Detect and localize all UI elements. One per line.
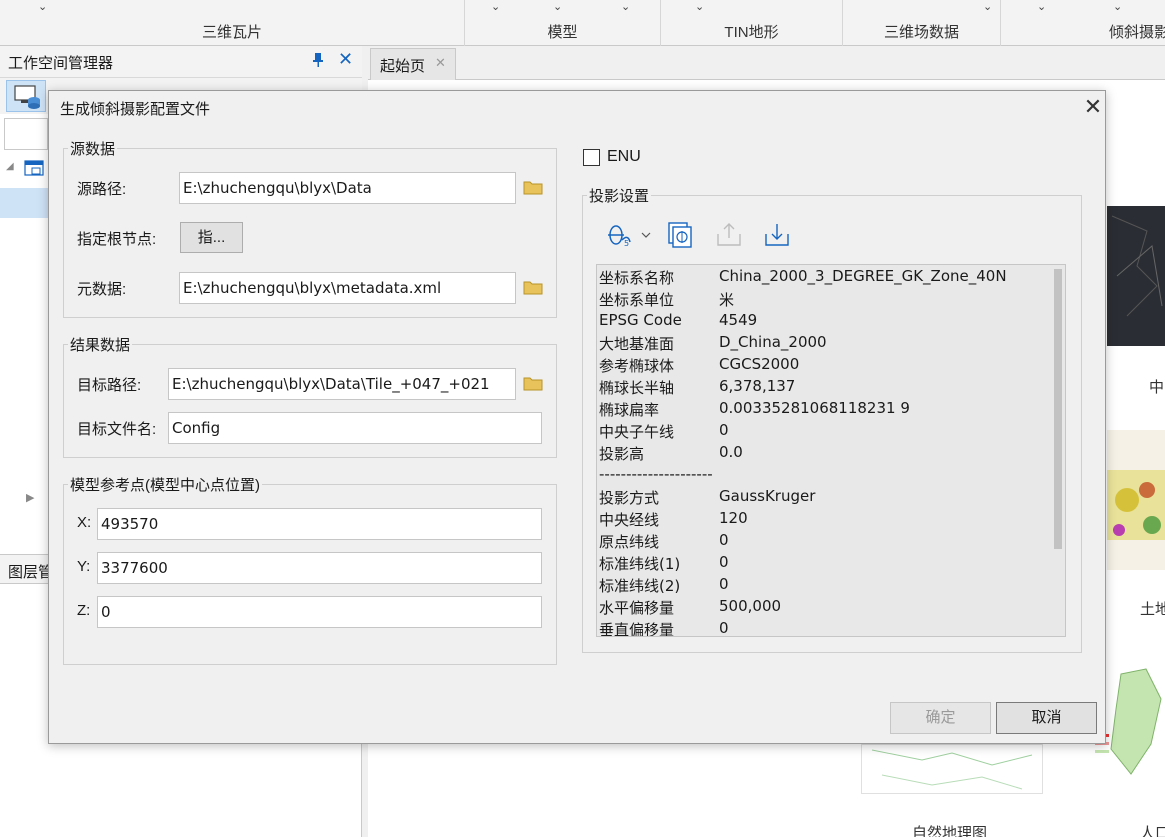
chevron-down-icon[interactable]: ⌄ (695, 0, 704, 13)
x-field[interactable]: 493570 (97, 508, 542, 540)
ribbon-group-oblique: ⌄ ⌄ 倾斜摄影 (1001, 0, 1165, 46)
folder-icon[interactable] (523, 375, 543, 391)
chevron-down-icon[interactable]: ⌄ (1037, 0, 1046, 13)
ribbon-group-tin: ⌄ TIN地形 (661, 0, 843, 46)
svg-text:5: 5 (624, 239, 629, 248)
metadata-field[interactable]: E:\zhuchengqu\blyx\metadata.xml (179, 272, 516, 304)
layer-manager-title: 图层管 (8, 564, 54, 581)
group-legend: 源数据 (68, 138, 118, 159)
workspace-search-input[interactable] (4, 118, 48, 150)
chevron-down-icon[interactable]: ⌄ (621, 0, 630, 13)
source-path-label: 源路径: (77, 181, 127, 198)
chevron-down-icon[interactable]: ⌄ (38, 0, 47, 13)
group-legend: 结果数据 (68, 334, 133, 355)
dialog-title: 生成倾斜摄影配置文件 (60, 101, 211, 118)
close-icon[interactable]: ✕ (435, 55, 446, 71)
projection-separator: --------------------- (599, 465, 713, 483)
ok-button[interactable]: 确定 (890, 702, 991, 734)
workspace-node-icon (24, 160, 44, 176)
ribbon-group-label: 倾斜摄影 (1108, 24, 1165, 41)
chevron-down-icon[interactable]: ⌄ (983, 0, 992, 13)
target-name-field[interactable]: Config (168, 412, 542, 444)
target-path-label: 目标路径: (77, 377, 142, 394)
ribbon-group-label: 三维瓦片 (201, 24, 262, 41)
pin-icon[interactable] (312, 52, 324, 71)
copy-projection-icon (668, 222, 692, 248)
download-icon (765, 224, 789, 246)
ribbon: ⌄ 三维瓦片 ⌄ ⌄ ⌄ 模型 ⌄ TIN地形 ⌄ 三维场数据 ⌄ ⌄ 倾斜摄影 (0, 0, 1165, 46)
ribbon-group-label: 三维场数据 (883, 24, 959, 41)
ribbon-group-model: ⌄ ⌄ ⌄ 模型 (465, 0, 661, 46)
document-tabs: 起始页 ✕ (368, 46, 1165, 80)
thumb-label: 人口 (1140, 825, 1165, 837)
panel-expander-icon[interactable]: ▶ (26, 491, 34, 504)
tab-start-page[interactable]: 起始页 ✕ (370, 48, 456, 80)
thumb-label: 土地 (1140, 601, 1165, 618)
target-path-field[interactable]: E:\zhuchengqu\blyx\Data\Tile_+047_+021 (168, 368, 516, 400)
source-path-field[interactable]: E:\zhuchengqu\blyx\Data (179, 172, 516, 204)
workspace-icon (14, 85, 40, 109)
group-legend: 投影设置 (587, 185, 652, 206)
ribbon-group-label: TIN地形 (724, 24, 779, 41)
chevron-down-icon[interactable]: ⌄ (1113, 0, 1122, 13)
map-thumbnail-dark[interactable] (1107, 206, 1165, 346)
close-icon[interactable]: ✕ (1079, 93, 1107, 121)
ribbon-group-label: 模型 (547, 24, 578, 41)
map-thumbnail-landuse[interactable] (1107, 430, 1165, 570)
expand-arrow-icon[interactable]: ◢ (6, 161, 14, 172)
thumb-label: 自然地理图 (912, 825, 988, 837)
x-label: X: (77, 514, 92, 531)
scrollbar-thumb[interactable] (1054, 269, 1062, 549)
folder-icon[interactable] (523, 179, 543, 195)
enu-label: ENU (607, 148, 641, 165)
y-field[interactable]: 3377600 (97, 552, 542, 584)
chevron-down-icon[interactable]: ⌄ (491, 0, 500, 13)
projection-icon: 5 (608, 225, 651, 248)
metadata-label: 元数据: (77, 281, 127, 298)
map-thumbnail-physical[interactable] (861, 744, 1043, 794)
ribbon-group-3d-field: ⌄ 三维场数据 (843, 0, 1001, 46)
root-node-button[interactable]: 指... (180, 222, 243, 253)
thumb-label: 中 (1149, 379, 1165, 396)
z-label: Z: (77, 602, 91, 619)
projection-info-box[interactable]: 坐标系名称 China_2000_3_DEGREE_GK_Zone_40N 坐标系… (596, 264, 1066, 637)
tree-node-selected[interactable] (0, 188, 48, 218)
workspace-title-bar: 工作空间管理器 ✕ (0, 46, 362, 78)
generate-config-dialog: 生成倾斜摄影配置文件 ✕ 源数据 源路径: E:\zhuchengqu\blyx… (48, 90, 1106, 744)
cancel-button[interactable]: 取消 (996, 702, 1097, 734)
import-projection-button[interactable] (666, 220, 694, 250)
folder-icon[interactable] (523, 279, 543, 295)
download-projection-button[interactable] (763, 220, 791, 250)
tree-node-workspace[interactable]: ◢ (4, 154, 48, 184)
ribbon-group-3d-tiles: ⌄ 三维瓦片 (0, 0, 465, 46)
close-icon[interactable]: ✕ (338, 49, 353, 70)
workspace-title: 工作空间管理器 (8, 55, 114, 72)
workspace-view-button[interactable] (6, 80, 46, 112)
set-projection-button[interactable]: 5 (606, 220, 652, 250)
z-field[interactable]: 0 (97, 596, 542, 628)
group-legend: 模型参考点(模型中心点位置) (68, 474, 262, 495)
root-node-label: 指定根节点: (77, 231, 157, 248)
target-name-label: 目标文件名: (77, 421, 157, 438)
tab-label: 起始页 (380, 58, 426, 75)
export-projection-button[interactable] (715, 220, 743, 250)
upload-icon (717, 223, 741, 246)
chevron-down-icon[interactable]: ⌄ (553, 0, 562, 13)
y-label: Y: (77, 558, 91, 575)
enu-checkbox[interactable] (583, 149, 600, 166)
